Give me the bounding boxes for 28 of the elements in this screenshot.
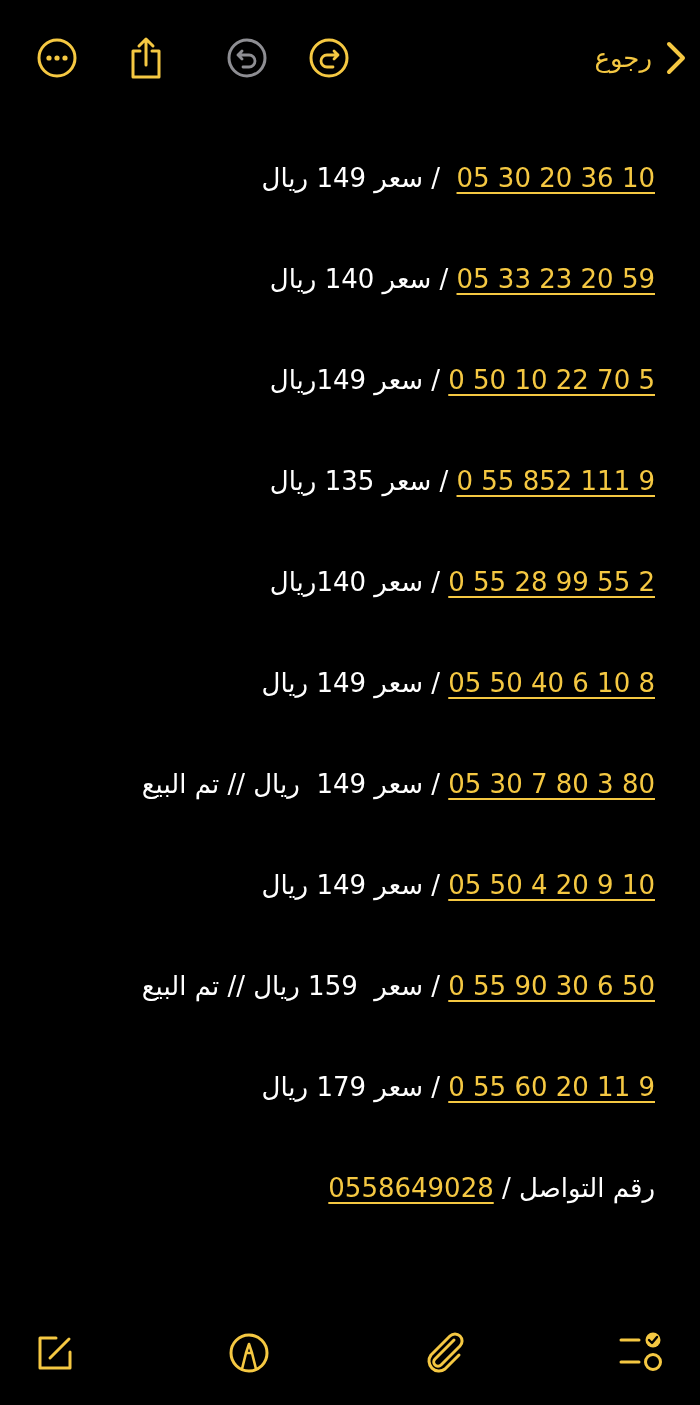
phone-link[interactable]: 0 55 90 30 6 50	[448, 971, 655, 1001]
phone-link[interactable]: 05 30 7 80 3 80	[448, 769, 655, 799]
phone-link[interactable]: 0 55 852 111 9	[456, 466, 655, 496]
phone-link[interactable]: 0 50 10 22 70 5	[448, 365, 655, 395]
phone-link[interactable]: 0558649028	[328, 1173, 494, 1203]
note-text: / سعر 149 ريال	[261, 163, 441, 193]
note-text: / سعر 179 ريال	[261, 1072, 441, 1102]
phone-link[interactable]: 05 33 23 20 59	[456, 264, 655, 294]
checklist-icon[interactable]	[618, 1331, 664, 1374]
note-text: / سعر 140ريال	[269, 567, 441, 597]
redo-icon[interactable]	[308, 36, 350, 79]
back-button[interactable]: رجوع	[594, 40, 686, 75]
markup-icon[interactable]	[228, 1331, 270, 1374]
phone-link[interactable]: 05 50 4 20 9 10	[448, 870, 655, 900]
chevron-icon	[666, 40, 686, 75]
note-text: / سعر 149 ريال	[261, 870, 441, 900]
note-text: / سعر 140 ريال	[269, 264, 450, 294]
note-text: / سعر 135 ريال	[269, 466, 450, 496]
phone-link[interactable]: 05 30 20 36 10	[456, 163, 655, 193]
phone-link[interactable]: 05 50 40 6 10 8	[448, 668, 655, 698]
note-text: / سعر 149 ريال	[261, 668, 441, 698]
note-text: / سعر 149ريال	[269, 365, 441, 395]
note-text: / سعر 149 ريال // تم البيع	[141, 769, 441, 799]
phone-link[interactable]: 0 55 28 99 55 2	[448, 567, 655, 597]
more-icon[interactable]	[36, 36, 78, 79]
note-text: / سعر 159 ريال // تم البيع	[141, 971, 441, 1001]
phone-link[interactable]: 0 55 60 20 11 9	[448, 1072, 655, 1102]
note-text: رقم التواصل /	[501, 1173, 655, 1203]
